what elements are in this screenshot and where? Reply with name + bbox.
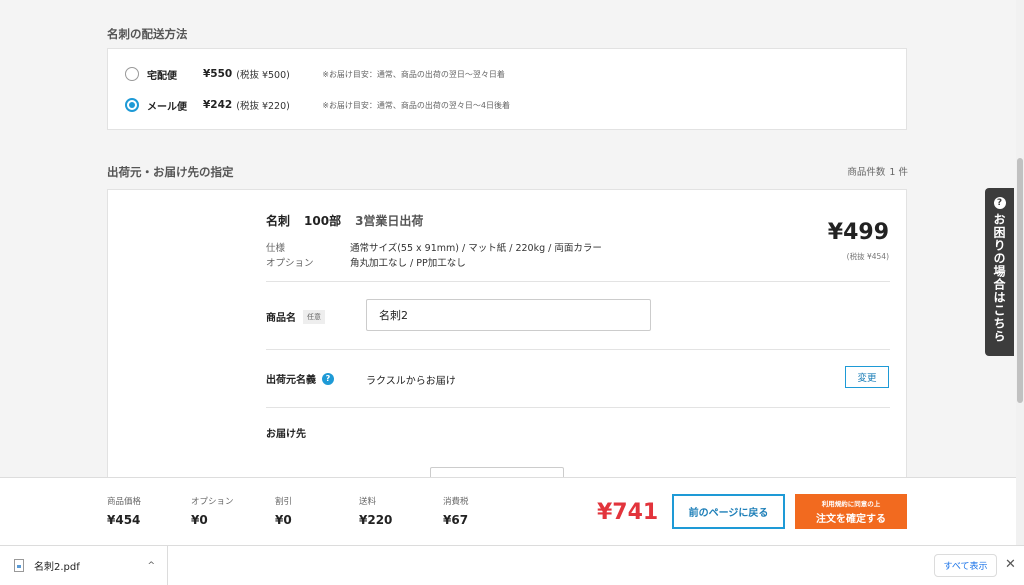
item-option: オプション 角丸加工なし / PP加工なし [266, 255, 466, 269]
divider [266, 349, 890, 350]
spec-value: 通常サイズ(55 x 91mm) / マット紙 / 220kg / 両面カラー [350, 243, 602, 254]
item-card: 名刺 100部 3営業日出荷 仕様 通常サイズ(55 x 91mm) / マット… [107, 189, 907, 497]
order-summary-footer: 商品価格 ¥454 オプション ¥0 割引 ¥0 送料 ¥220 消費税 ¥67… [0, 477, 1016, 545]
confirm-label: 注文を確定する [816, 514, 886, 525]
back-button[interactable]: 前のページに戻る [672, 494, 785, 529]
question-icon[interactable]: ? [322, 372, 334, 385]
divider [266, 407, 890, 408]
summary-value: ¥67 [443, 513, 469, 527]
shipping-option-name: メール便 [147, 101, 187, 113]
shipping-option-name: 宅配便 [147, 70, 177, 82]
summary-item-price: 商品価格 ¥454 [107, 495, 141, 527]
pdf-file-icon [14, 559, 24, 572]
summary-label: 消費税 [443, 497, 469, 507]
spec-label: 仕様 [266, 243, 286, 254]
summary-value: ¥220 [359, 513, 393, 527]
summary-value: ¥0 [191, 513, 208, 527]
summary-item-discount: 割引 ¥0 [275, 495, 292, 527]
summary-item-tax: 消費税 ¥67 [443, 495, 469, 527]
download-file-name: 名刺2.pdf [34, 562, 80, 573]
show-all-downloads-button[interactable]: すべて表示 [934, 554, 997, 577]
confirm-order-button[interactable]: 利用規約に同意の上 注文を確定する [795, 494, 907, 529]
sender-label: 出荷元名義 ? [266, 371, 334, 386]
summary-value: ¥0 [275, 513, 292, 527]
scrollbar[interactable] [1016, 0, 1024, 545]
summary-label: 商品価格 [107, 497, 142, 507]
radio-unselected[interactable] [125, 67, 139, 81]
option-value: 角丸加工なし / PP加工なし [350, 258, 466, 269]
summary-label: 割引 [275, 497, 293, 507]
product-name-input[interactable] [366, 299, 651, 331]
item-qty: 100部 [304, 214, 342, 228]
shipping-option-note: ※お届け目安：通常、商品の出荷の翌々日〜4日後着 [322, 100, 511, 110]
shipping-section-title: 名刺の配送方法 [107, 27, 188, 41]
download-bar: 名刺2.pdf ^ すべて表示 ✕ [0, 545, 1024, 585]
shipping-option-note: ※お届け目安：通常、商品の出荷の翌日〜翌々日着 [322, 69, 505, 79]
radio-selected[interactable] [125, 98, 139, 112]
help-tab[interactable]: ? お困りの場合はこちら [985, 188, 1014, 356]
shipping-option-takuhaibin[interactable]: 宅配便 ¥550 (税抜 ¥500) ※お届け目安：通常、商品の出荷の翌日〜翌々… [125, 65, 505, 83]
question-icon: ? [993, 197, 1006, 209]
shipping-option-mailbin[interactable]: メール便 ¥242 (税抜 ¥220) ※お届け目安：通常、商品の出荷の翌々日〜… [125, 96, 510, 114]
order-total: ¥741 [597, 500, 659, 525]
item-price: ¥499 [827, 220, 889, 245]
item-title: 名刺 100部 3営業日出荷 [266, 212, 423, 229]
confirm-sub-label: 利用規約に同意の上 [821, 500, 881, 508]
change-sender-button[interactable]: 変更 [845, 366, 889, 388]
shipping-option-price: ¥242 [203, 99, 233, 111]
item-count-label: 商品件数 [847, 167, 886, 178]
shipping-option-price: ¥550 [203, 68, 233, 80]
shipping-option-tax: (税抜 ¥220) [236, 101, 290, 112]
close-icon[interactable]: ✕ [1005, 557, 1016, 572]
sender-value: ラクスルからお届け [366, 376, 456, 387]
product-name-label-text: 商品名 [266, 313, 296, 324]
deliver-to-label: お届け先 [266, 429, 306, 440]
optional-tag: 任意 [303, 309, 325, 324]
scrollbar-thumb[interactable] [1017, 158, 1023, 403]
chevron-up-icon[interactable]: ^ [147, 561, 155, 571]
destination-section-title: 出荷元・お届け先の指定 [107, 165, 234, 179]
summary-item-option: オプション ¥0 [191, 495, 234, 527]
sender-label-text: 出荷元名義 [266, 375, 316, 386]
item-name: 名刺 [266, 214, 291, 228]
summary-label: オプション [191, 497, 234, 507]
download-item[interactable]: 名刺2.pdf ^ [0, 546, 168, 585]
item-price-tax: (税抜 ¥454) [846, 252, 889, 261]
summary-value: ¥454 [107, 513, 141, 527]
help-tab-label: お困りの場合はこちら [992, 213, 1006, 343]
item-business-days: 3営業日出荷 [355, 214, 424, 228]
product-name-label: 商品名 任意 [266, 309, 325, 324]
summary-label: 送料 [359, 497, 377, 507]
divider [266, 281, 890, 282]
summary-item-shipping: 送料 ¥220 [359, 495, 392, 527]
order-page: 名刺の配送方法 宅配便 ¥550 (税抜 ¥500) ※お届け目安：通常、商品の… [0, 0, 1016, 545]
shipping-option-tax: (税抜 ¥500) [236, 70, 290, 81]
shipping-options-box: 宅配便 ¥550 (税抜 ¥500) ※お届け目安：通常、商品の出荷の翌日〜翌々… [107, 48, 907, 130]
option-label: オプション [266, 258, 314, 269]
item-count: 商品件数 1 件 [843, 164, 908, 178]
item-count-value: 1 件 [889, 167, 908, 178]
item-spec: 仕様 通常サイズ(55 x 91mm) / マット紙 / 220kg / 両面カ… [266, 240, 602, 254]
